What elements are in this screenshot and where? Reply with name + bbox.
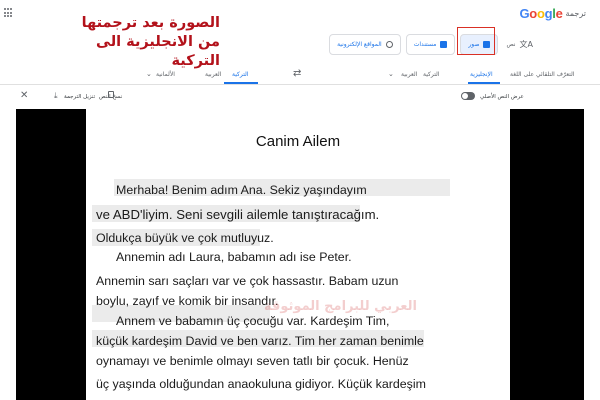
logo-letter: o xyxy=(536,5,545,21)
download-icon[interactable]: ⤓ xyxy=(54,91,58,101)
app-logo[interactable]: Google ترجمة xyxy=(519,4,586,22)
logo-letter: e xyxy=(555,5,563,21)
translate-icon: 文A xyxy=(519,40,533,49)
document-line: üç yaşında olduğundan anaokuluna gidiyor… xyxy=(96,377,426,391)
tab-documents-label: مستندات xyxy=(413,41,437,48)
globe-icon xyxy=(385,41,393,48)
target-lang-turkish[interactable]: التركية xyxy=(232,71,249,78)
source-lang-turkish[interactable]: التركية xyxy=(423,71,440,78)
mode-tabs: 文A نص صور مستندات المواقع الإلكترونية xyxy=(329,34,536,55)
document-line: boylu, zayıf ve komik bir insandır. xyxy=(96,294,279,308)
document-line: küçük kardeşim David ve ben varız. Tim h… xyxy=(96,334,424,348)
document-icon xyxy=(440,41,448,48)
document-line: ve ABD'liyim. Seni sevgili ailemle tanış… xyxy=(96,207,380,222)
apps-grid-icon[interactable] xyxy=(4,8,14,18)
download-translation-button[interactable]: تنزيل الترجمة xyxy=(64,94,95,100)
divider xyxy=(0,84,600,85)
target-lang-arabic[interactable]: العربية xyxy=(205,71,221,78)
viewer-toolbar: ✕ ⤓ تنزيل الترجمة نسخ النص عرض النص الأص… xyxy=(12,88,590,106)
logo-letter: o xyxy=(529,5,537,21)
highlight-box xyxy=(457,27,495,55)
target-more-chevron-icon[interactable]: ⌄ xyxy=(146,70,152,78)
language-bar: التعرّف التلقائي على اللغة الإنجليزية ال… xyxy=(0,62,600,84)
copy-icon[interactable] xyxy=(108,91,114,98)
document-line: Annemin sarı saçları var ve çok hassastı… xyxy=(96,274,399,288)
annotation-line-1: الصورة بعد ترجمتها xyxy=(81,15,220,31)
tab-websites-label: المواقع الإلكترونية xyxy=(337,41,382,48)
document-line: Merhaba! Benim adım Ana. Sekiz yaşındayı… xyxy=(116,183,367,197)
watermark-text: العربي للبرامج الموثوقة xyxy=(264,299,417,314)
logo-letter: g xyxy=(544,5,553,21)
target-lang-german[interactable]: الألمانية xyxy=(156,71,175,78)
close-icon[interactable]: ✕ xyxy=(20,90,28,101)
source-lang-detect[interactable]: التعرّف التلقائي على اللغة xyxy=(510,71,574,78)
source-lang-english[interactable]: الإنجليزية xyxy=(470,71,493,78)
show-original-toggle[interactable] xyxy=(461,92,475,100)
document-line: Oldukça büyük ve çok mutluyuz. xyxy=(96,231,274,245)
google-logo: Google xyxy=(519,6,562,21)
show-original-label: عرض النص الأصلي xyxy=(480,94,524,100)
translated-image-viewer: Canim Ailem Merhaba! Benim adım Ana. Sek… xyxy=(16,109,584,400)
source-more-chevron-icon[interactable]: ⌄ xyxy=(388,70,394,78)
tab-documents[interactable]: مستندات xyxy=(405,34,456,55)
translated-page: Canim Ailem Merhaba! Benim adım Ana. Sek… xyxy=(86,109,510,400)
document-line: oynamayı ve benimle olmayı seven tatlı b… xyxy=(96,354,409,368)
document-line: Annemin adı Laura, babamın adı ise Peter… xyxy=(116,250,352,264)
document-line: Annem ve babamın üç çocuğu var. Kardeşim… xyxy=(116,314,390,328)
tab-text[interactable]: 文A نص xyxy=(503,34,536,55)
document-title: Canim Ailem xyxy=(255,133,341,150)
logo-letter: G xyxy=(519,5,530,21)
product-name: ترجمة xyxy=(565,8,587,18)
source-lang-arabic[interactable]: العربية xyxy=(401,71,417,78)
tab-text-label: نص xyxy=(506,41,516,48)
tab-websites[interactable]: المواقع الإلكترونية xyxy=(329,34,401,55)
swap-languages-icon[interactable]: ⇄ xyxy=(293,68,301,79)
